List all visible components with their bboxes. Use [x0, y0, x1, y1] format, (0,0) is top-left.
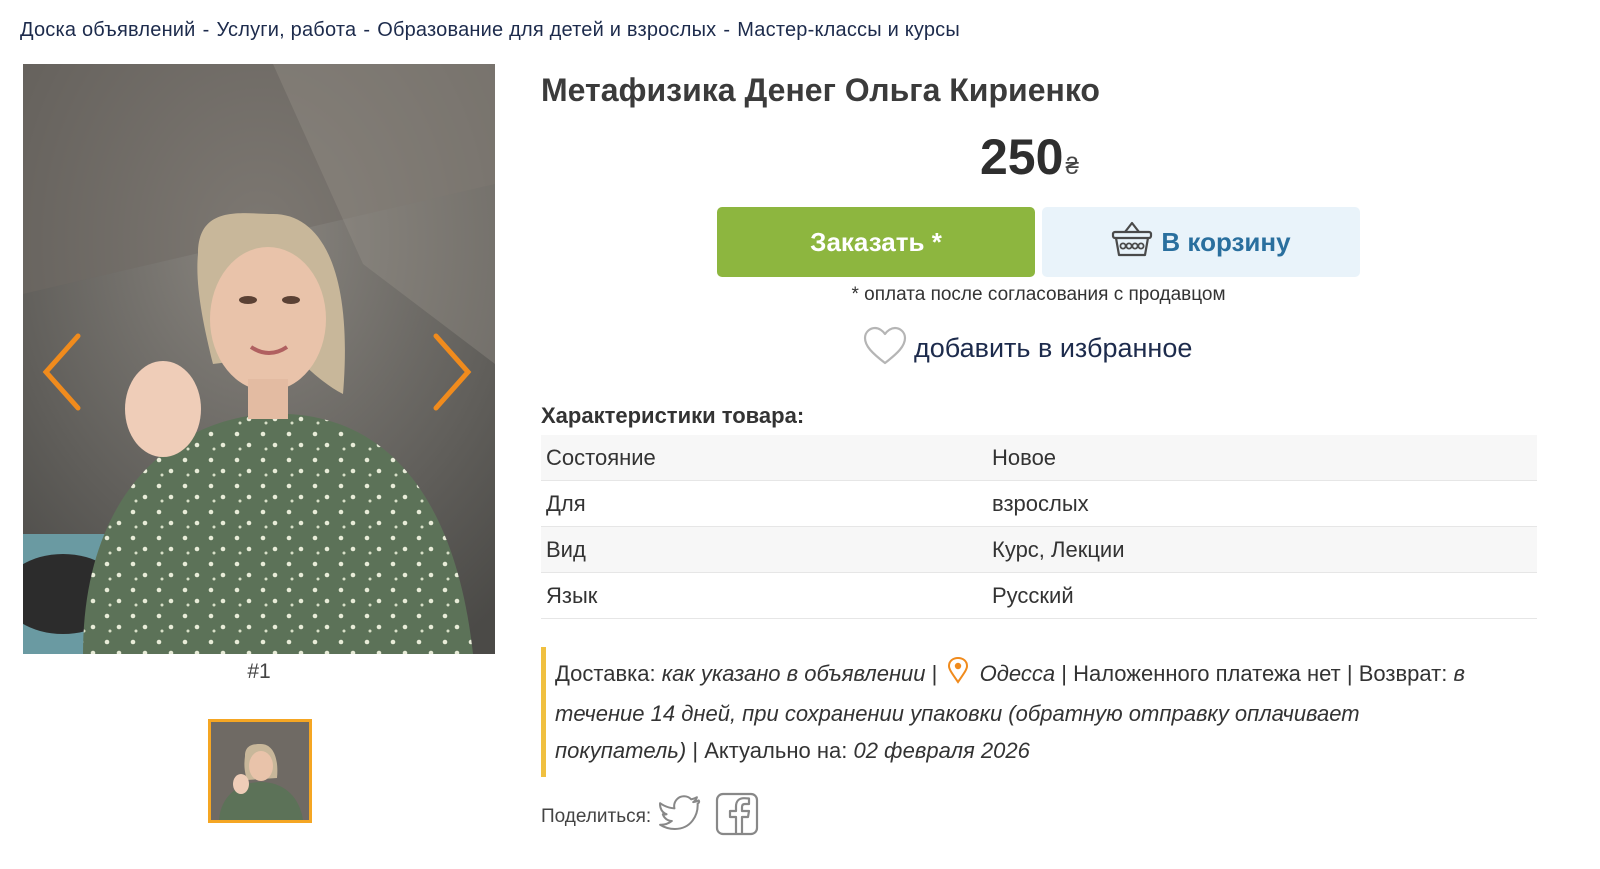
payment-note: * оплата после согласования с продавцом: [851, 284, 1226, 305]
spec-value: Курс, Лекции: [992, 536, 1125, 562]
breadcrumb-separator: -: [202, 19, 210, 41]
spec-key: Для: [546, 490, 586, 516]
share-label: Поделиться:: [541, 805, 652, 827]
twitter-icon[interactable]: [659, 794, 703, 839]
delivery-value: как указано в объявлении: [661, 661, 926, 686]
spec-row-language: Язык Русский: [541, 573, 1537, 619]
breadcrumb-link-board[interactable]: Доска объявлений: [20, 19, 196, 41]
actual-date: 02 февраля 2026: [853, 738, 1030, 763]
breadcrumb: Доска объявлений - Услуги, работа - Образова…: [20, 19, 960, 42]
delivery-label: Доставка:: [555, 661, 656, 686]
spec-value: Новое: [992, 444, 1057, 470]
return-label: Возврат:: [1358, 661, 1448, 686]
add-to-favorites[interactable]: добавить в избранное: [862, 326, 1192, 371]
add-to-cart-button[interactable]: В корзину: [1042, 207, 1360, 277]
spec-key: Язык: [546, 582, 598, 608]
photo-thumbnail[interactable]: [208, 719, 312, 823]
price-currency: ₴: [1065, 153, 1079, 180]
share-section: Поделиться:: [541, 792, 771, 841]
breadcrumb-link-services[interactable]: Услуги, работа: [216, 19, 356, 41]
delivery-info: Доставка: как указано в объявлении | Оде…: [541, 647, 1495, 777]
specs-table: Состояние Новое Для взрослых Вид Курс, Л…: [541, 435, 1537, 619]
chevron-left-icon[interactable]: [40, 332, 84, 412]
breadcrumb-link-masterclasses[interactable]: Мастер-классы и курсы: [737, 19, 960, 41]
spec-row-for: Для взрослых: [541, 481, 1537, 527]
heart-icon: [862, 326, 908, 371]
breadcrumb-separator: -: [363, 19, 371, 41]
delivery-city: Одесса: [979, 661, 1056, 686]
add-to-cart-label: В корзину: [1161, 226, 1291, 257]
add-to-favorites-label: добавить в избранное: [914, 333, 1193, 363]
price-value: 250: [980, 129, 1064, 185]
thumbnail-image: [211, 722, 309, 820]
delivery-separator: |: [931, 661, 938, 686]
delivery-separator: |: [1346, 661, 1353, 686]
product-photo-image: [23, 64, 495, 654]
spec-row-type: Вид Курс, Лекции: [541, 527, 1537, 573]
facebook-icon[interactable]: [715, 792, 759, 841]
spec-value: взрослых: [992, 490, 1089, 516]
breadcrumb-link-education[interactable]: Образование для детей и взрослых: [377, 19, 716, 41]
actual-label: Актуально на:: [704, 738, 848, 763]
product-title: Метафизика Денег Ольга Кириенко: [541, 72, 1100, 108]
spec-value: Русский: [992, 582, 1074, 608]
delivery-separator: |: [692, 738, 699, 763]
order-button[interactable]: Заказать *: [717, 207, 1035, 277]
chevron-right-icon[interactable]: [430, 332, 474, 412]
spec-key: Состояние: [546, 444, 656, 470]
photo-counter: #1: [247, 660, 271, 683]
basket-icon: [1111, 220, 1153, 265]
location-pin-icon: [947, 656, 969, 695]
spec-row-condition: Состояние Новое: [541, 435, 1537, 481]
delivery-separator: |: [1061, 661, 1067, 686]
specs-title: Характеристики товара:: [541, 403, 805, 428]
price: 250₴: [980, 128, 1079, 186]
spec-key: Вид: [546, 536, 586, 562]
breadcrumb-separator: -: [723, 19, 731, 41]
product-photo[interactable]: [23, 64, 495, 654]
cod-info: Наложенного платежа нет: [1073, 661, 1341, 686]
